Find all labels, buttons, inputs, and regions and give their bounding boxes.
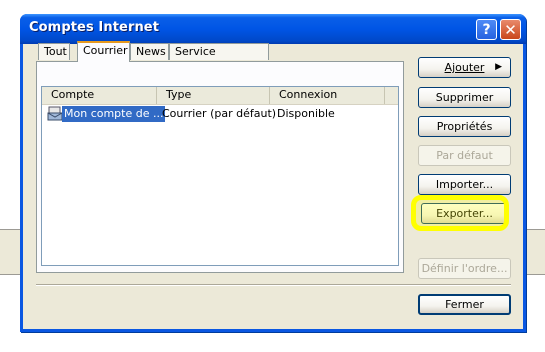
button-label: Par défaut: [436, 149, 493, 162]
close-icon: ✕: [504, 21, 517, 39]
button-label: Importer...: [435, 178, 494, 191]
accounts-list[interactable]: Compte Type Connexion Mon compte de ... …: [41, 86, 399, 266]
column-header-compte[interactable]: Compte: [42, 87, 157, 104]
set-order-button[interactable]: Définir l'ordre...: [418, 258, 511, 279]
column-label: Type: [166, 88, 192, 101]
tab-label: News: [136, 45, 166, 58]
export-highlight-annotation: [411, 195, 509, 231]
add-button[interactable]: Ajouter ▶: [418, 57, 511, 78]
help-button[interactable]: ?: [476, 19, 497, 40]
close-dialog-button[interactable]: Fermer: [418, 294, 511, 315]
set-default-button[interactable]: Par défaut: [418, 145, 511, 166]
column-header-type[interactable]: Type: [157, 87, 270, 104]
tab-label: Tout: [44, 45, 67, 58]
delete-button[interactable]: Supprimer: [418, 87, 511, 108]
row-type: Courrier (par défaut): [162, 107, 277, 120]
tab-courrier[interactable]: Courrier: [77, 41, 130, 62]
column-label: Connexion: [279, 88, 338, 101]
properties-button[interactable]: Propriétés: [418, 116, 511, 137]
menu-arrow-icon: ▶: [495, 62, 502, 72]
button-label: Ajouter: [444, 61, 485, 74]
column-label: Compte: [51, 88, 95, 101]
row-connexion: Disponible: [277, 107, 335, 120]
tab-label: Courrier: [83, 44, 128, 57]
title-bar[interactable]: Comptes Internet ? ✕: [20, 14, 526, 44]
import-button[interactable]: Importer...: [418, 174, 511, 195]
tab-tout[interactable]: Tout: [38, 43, 70, 60]
table-row[interactable]: Mon compte de ... Courrier (par défaut) …: [42, 106, 398, 122]
tab-service-annuaire[interactable]: Service d'annuaire: [169, 43, 269, 73]
list-header: Compte Type Connexion: [42, 87, 398, 105]
close-button[interactable]: ✕: [500, 19, 521, 40]
window-title: Comptes Internet: [29, 20, 160, 35]
help-icon: ?: [482, 22, 491, 38]
button-label: Propriétés: [436, 120, 493, 133]
button-label: Définir l'ordre...: [421, 262, 508, 275]
button-label: Supprimer: [435, 91, 494, 104]
column-header-connexion[interactable]: Connexion: [270, 87, 385, 104]
divider: [36, 284, 511, 286]
tab-news[interactable]: News: [130, 43, 169, 60]
mail-account-icon: [47, 106, 63, 121]
row-compte: Mon compte de ...: [62, 106, 166, 122]
button-label: Fermer: [445, 298, 484, 311]
